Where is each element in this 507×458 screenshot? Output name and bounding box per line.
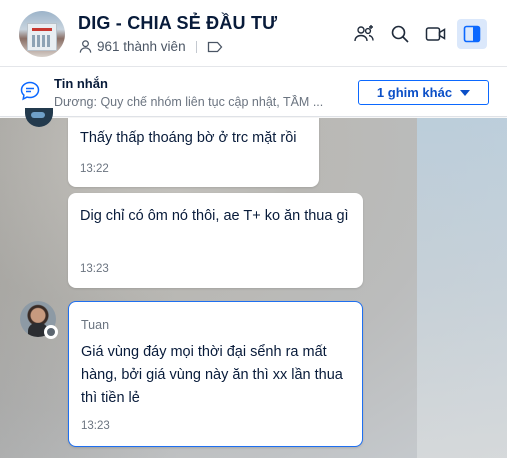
search-icon xyxy=(391,25,409,43)
sidebar-toggle-icon xyxy=(463,25,481,43)
message-time: 13:23 xyxy=(81,420,110,432)
chevron-down-icon xyxy=(460,89,471,96)
member-count[interactable]: 961 thành viên xyxy=(97,39,186,54)
add-member-icon xyxy=(354,25,374,42)
message-bubble-selected[interactable]: Tuan Giá vùng đáy mọi thời đại sểnh ra m… xyxy=(68,301,363,447)
pinned-title: Tin nhắn xyxy=(54,76,108,91)
member-icon xyxy=(79,40,92,53)
sidebar-toggle-button[interactable] xyxy=(457,19,487,49)
video-call-button[interactable] xyxy=(421,19,451,49)
header-actions xyxy=(349,19,487,49)
pinned-message-bar[interactable]: Tin nhắn Dương: Quy chế nhóm liên tục cậ… xyxy=(0,67,507,117)
add-member-button[interactable] xyxy=(349,19,379,49)
chat-header: DIG - CHIA SẺ ĐẦU TƯ 961 thành viên xyxy=(0,0,507,67)
search-button[interactable] xyxy=(385,19,415,49)
message-time: 13:23 xyxy=(80,263,109,275)
more-pins-label: 1 ghim khác xyxy=(376,85,453,100)
sender-name[interactable]: Tuan xyxy=(81,318,109,332)
divider xyxy=(195,40,197,53)
message-text: Thấy thấp thoáng bờ ở trc mặt rồi xyxy=(80,130,297,146)
group-avatar[interactable] xyxy=(19,11,65,57)
message-bubble[interactable]: Thấy thấp thoáng bờ ở trc mặt rồi 13:22 xyxy=(68,118,319,187)
member-role-icon xyxy=(44,325,58,339)
more-pins-button[interactable]: 1 ghim khác xyxy=(358,80,489,105)
chat-bubble-icon xyxy=(20,81,40,101)
video-call-icon xyxy=(425,27,446,41)
member-info: 961 thành viên xyxy=(78,39,227,54)
message-bubble[interactable]: Dig chỉ có ôm nó thôi, ae T+ ko ăn thua … xyxy=(68,193,363,288)
message-text: Giá vùng đáy mọi thời đại sểnh ra mất hà… xyxy=(81,344,343,406)
group-name[interactable]: DIG - CHIA SẺ ĐẦU TƯ xyxy=(78,13,277,34)
message-text: Dig chỉ có ôm nó thôi, ae T+ ko ăn thua … xyxy=(80,208,349,224)
pinned-preview: Dương: Quy chế nhóm liên tục cập nhật, T… xyxy=(54,95,324,109)
message-time: 13:22 xyxy=(80,163,109,175)
tag-icon[interactable] xyxy=(207,41,223,53)
